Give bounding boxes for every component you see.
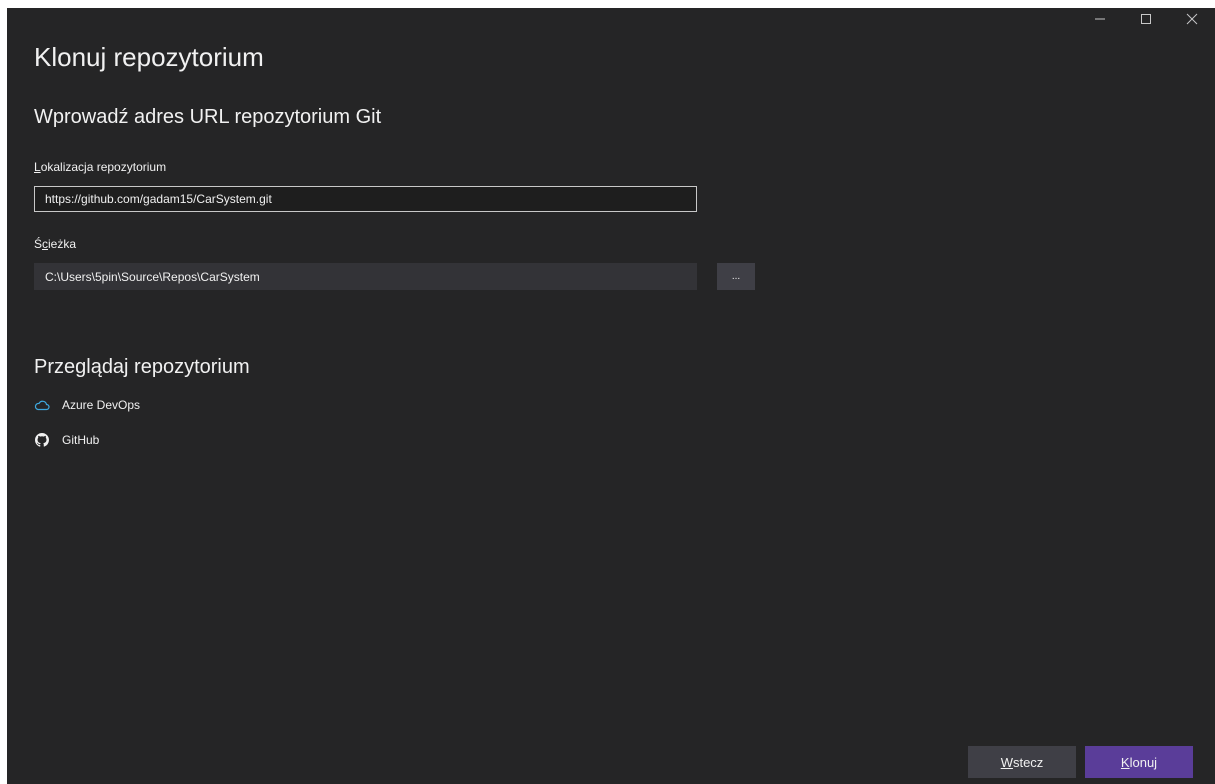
clone-button[interactable]: Klonuj [1085,746,1193,778]
location-label-text: okalizacja repozytorium [40,160,167,174]
back-button[interactable]: Wstecz [968,746,1076,778]
repository-url-input[interactable] [34,186,697,212]
path-label: Ścieżka [34,237,76,251]
clone-repository-dialog: Klonuj repozytorium Wprowadź adres URL r… [7,8,1215,784]
close-icon [1186,13,1198,25]
minimize-button[interactable] [1077,8,1123,30]
path-label-first-letter: Ś [34,237,43,251]
github-icon [34,432,50,448]
browse-item-label: GitHub [62,433,100,447]
back-label: stecz [1012,754,1044,770]
path-label-text: ieżka [48,237,77,251]
page-title: Klonuj repozytorium [34,42,264,72]
browse-item-github[interactable]: GitHub [34,432,99,448]
back-access-key: W [1000,754,1013,770]
browse-item-azure-devops[interactable]: Azure DevOps [34,397,140,413]
close-button[interactable] [1169,8,1215,30]
browse-section-heading: Przeglądaj repozytorium [34,356,250,378]
maximize-icon [1141,14,1151,24]
location-label-access-key: L [34,160,41,174]
clone-label: lonuj [1129,754,1158,770]
browse-path-button[interactable]: ... [717,263,755,290]
window-controls [1077,8,1215,30]
location-label: Lokalizacja repozytorium [34,160,166,174]
cloud-icon [34,397,50,413]
maximize-button[interactable] [1123,8,1169,30]
clone-access-key: K [1120,754,1130,770]
local-path-input[interactable] [34,263,697,290]
url-section-heading: Wprowadź adres URL repozytorium Git [34,106,382,128]
browse-item-label: Azure DevOps [62,398,141,412]
minimize-icon [1095,18,1105,20]
